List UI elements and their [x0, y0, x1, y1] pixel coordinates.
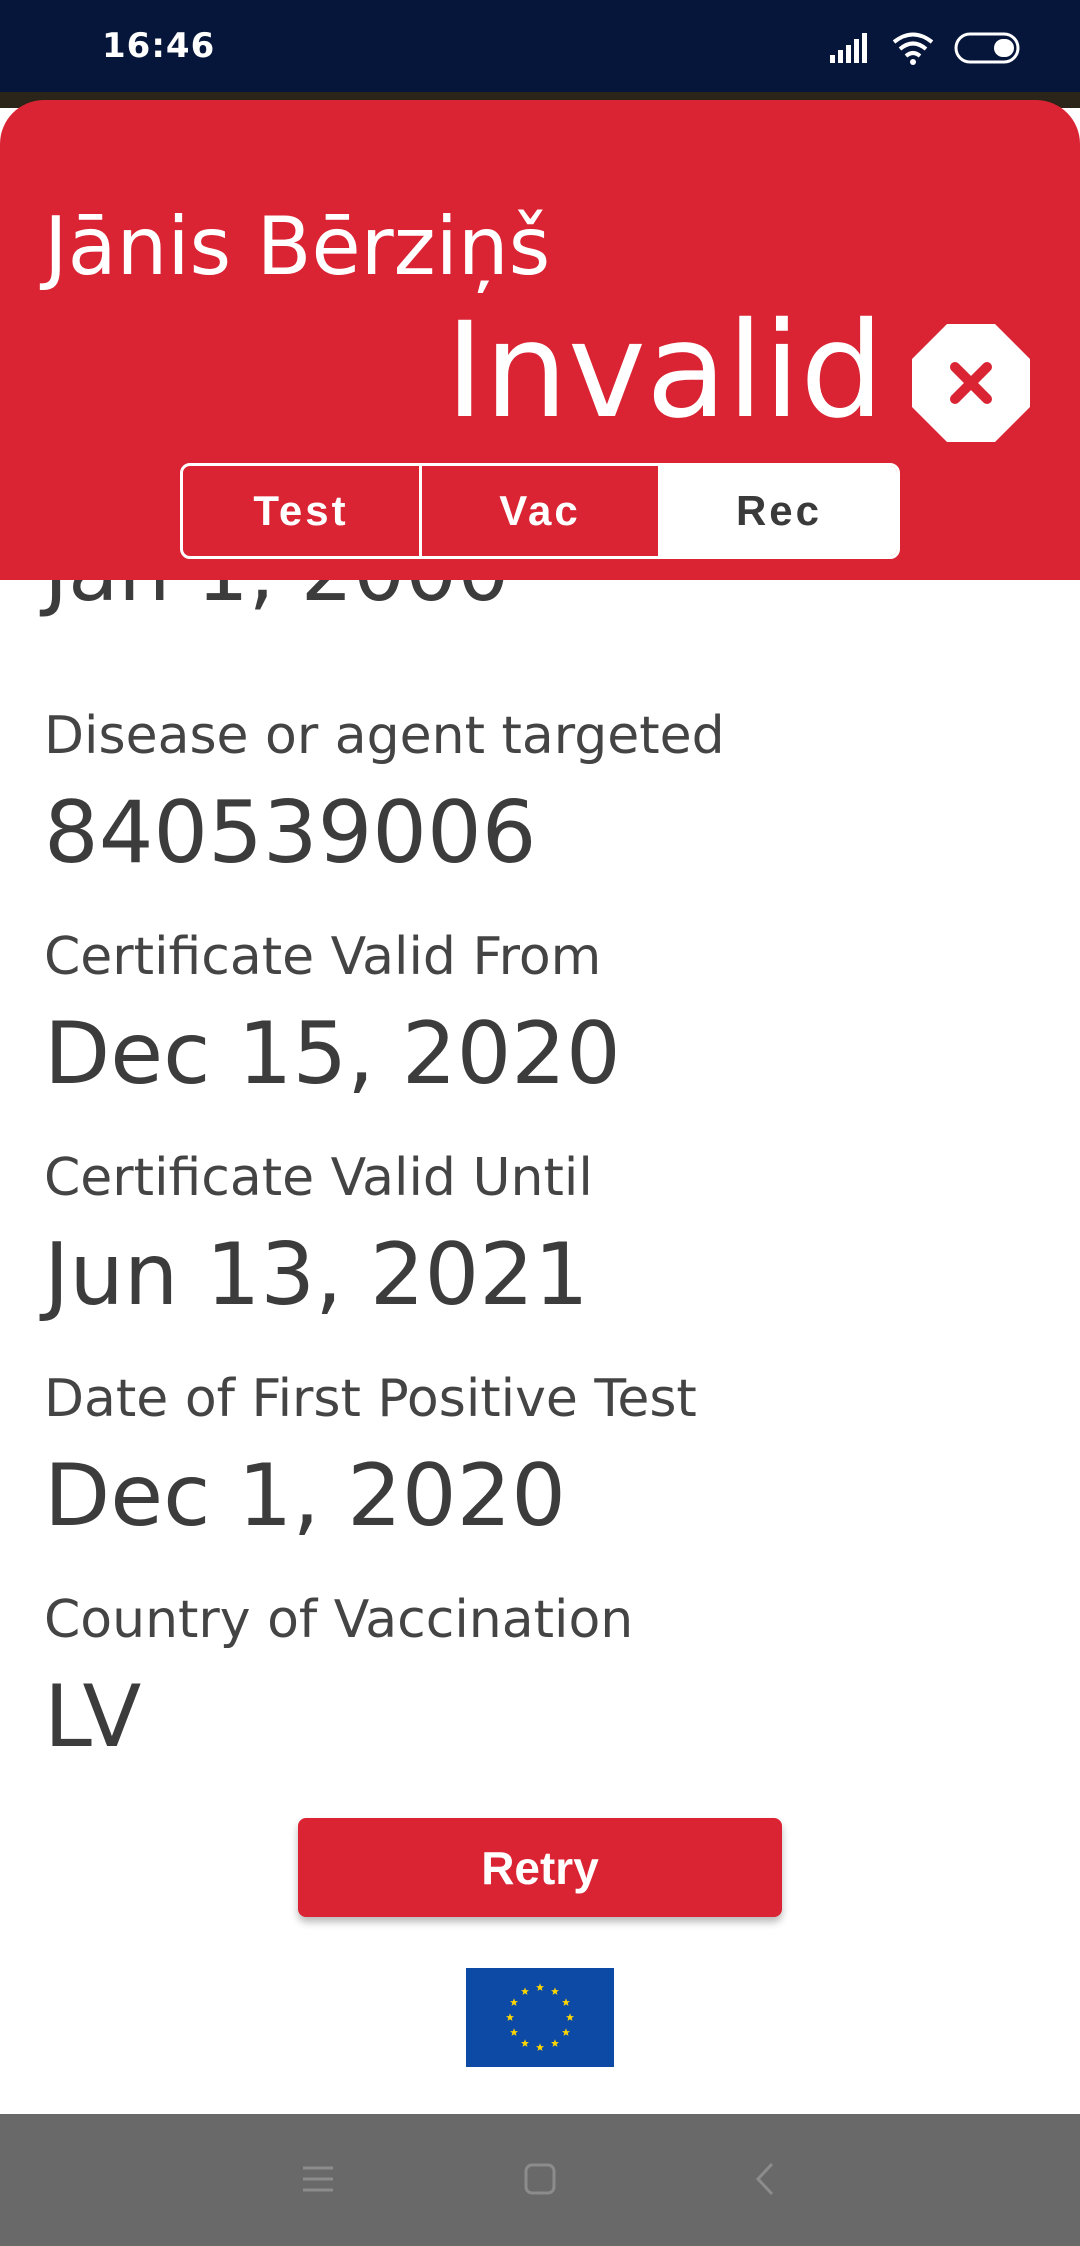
screen: 16:46 Jānis Bērziņš Invalid Test Vac Rec… [0, 0, 1080, 2246]
field-country: Country of Vaccination LV [44, 1594, 633, 1760]
eu-flag-icon [466, 1968, 614, 2067]
field-disease: Disease or agent targeted 840539006 [44, 710, 725, 876]
field-label: Certificate Valid Until [44, 1148, 593, 1208]
signal-icon [830, 33, 867, 63]
wifi-icon [892, 32, 934, 65]
tab-test[interactable]: Test [183, 466, 419, 556]
field-value: LV [44, 1667, 142, 1767]
partially-visible-value: Jan 1, 2000 [44, 580, 509, 620]
field-label: Date of First Positive Test [44, 1369, 697, 1429]
field-value: 840539006 [44, 783, 537, 883]
person-name: Jānis Bērziņš [44, 200, 551, 293]
retry-button[interactable]: Retry [298, 1818, 782, 1917]
field-first-positive-test: Date of First Positive Test Dec 1, 2020 [44, 1373, 697, 1539]
tab-vac[interactable]: Vac [419, 466, 658, 556]
home-icon[interactable] [515, 2154, 565, 2204]
field-value: Dec 1, 2020 [44, 1446, 567, 1546]
certificate-type-tabs: Test Vac Rec [180, 463, 900, 559]
validity-status: Invalid [445, 294, 884, 448]
back-icon[interactable] [741, 2154, 791, 2204]
field-valid-from: Certificate Valid From Dec 15, 2020 [44, 931, 621, 1097]
status-bar: 16:46 [0, 0, 1080, 92]
result-header: Jānis Bērziņš Invalid Test Vac Rec [0, 100, 1080, 580]
field-valid-until: Certificate Valid Until Jun 13, 2021 [44, 1152, 593, 1318]
field-value: Dec 15, 2020 [44, 1004, 621, 1104]
battery-icon [954, 32, 1020, 64]
field-label: Certificate Valid From [44, 927, 602, 987]
field-label: Disease or agent targeted [44, 706, 725, 766]
field-label: Country of Vaccination [44, 1590, 634, 1650]
menu-icon[interactable] [293, 2154, 343, 2204]
status-time: 16:46 [102, 26, 216, 66]
field-value: Jun 13, 2021 [44, 1225, 589, 1325]
navigation-bar [0, 2114, 1080, 2246]
tab-rec[interactable]: Rec [658, 466, 897, 556]
invalid-x-icon [912, 324, 1030, 442]
status-icons [830, 28, 1022, 68]
